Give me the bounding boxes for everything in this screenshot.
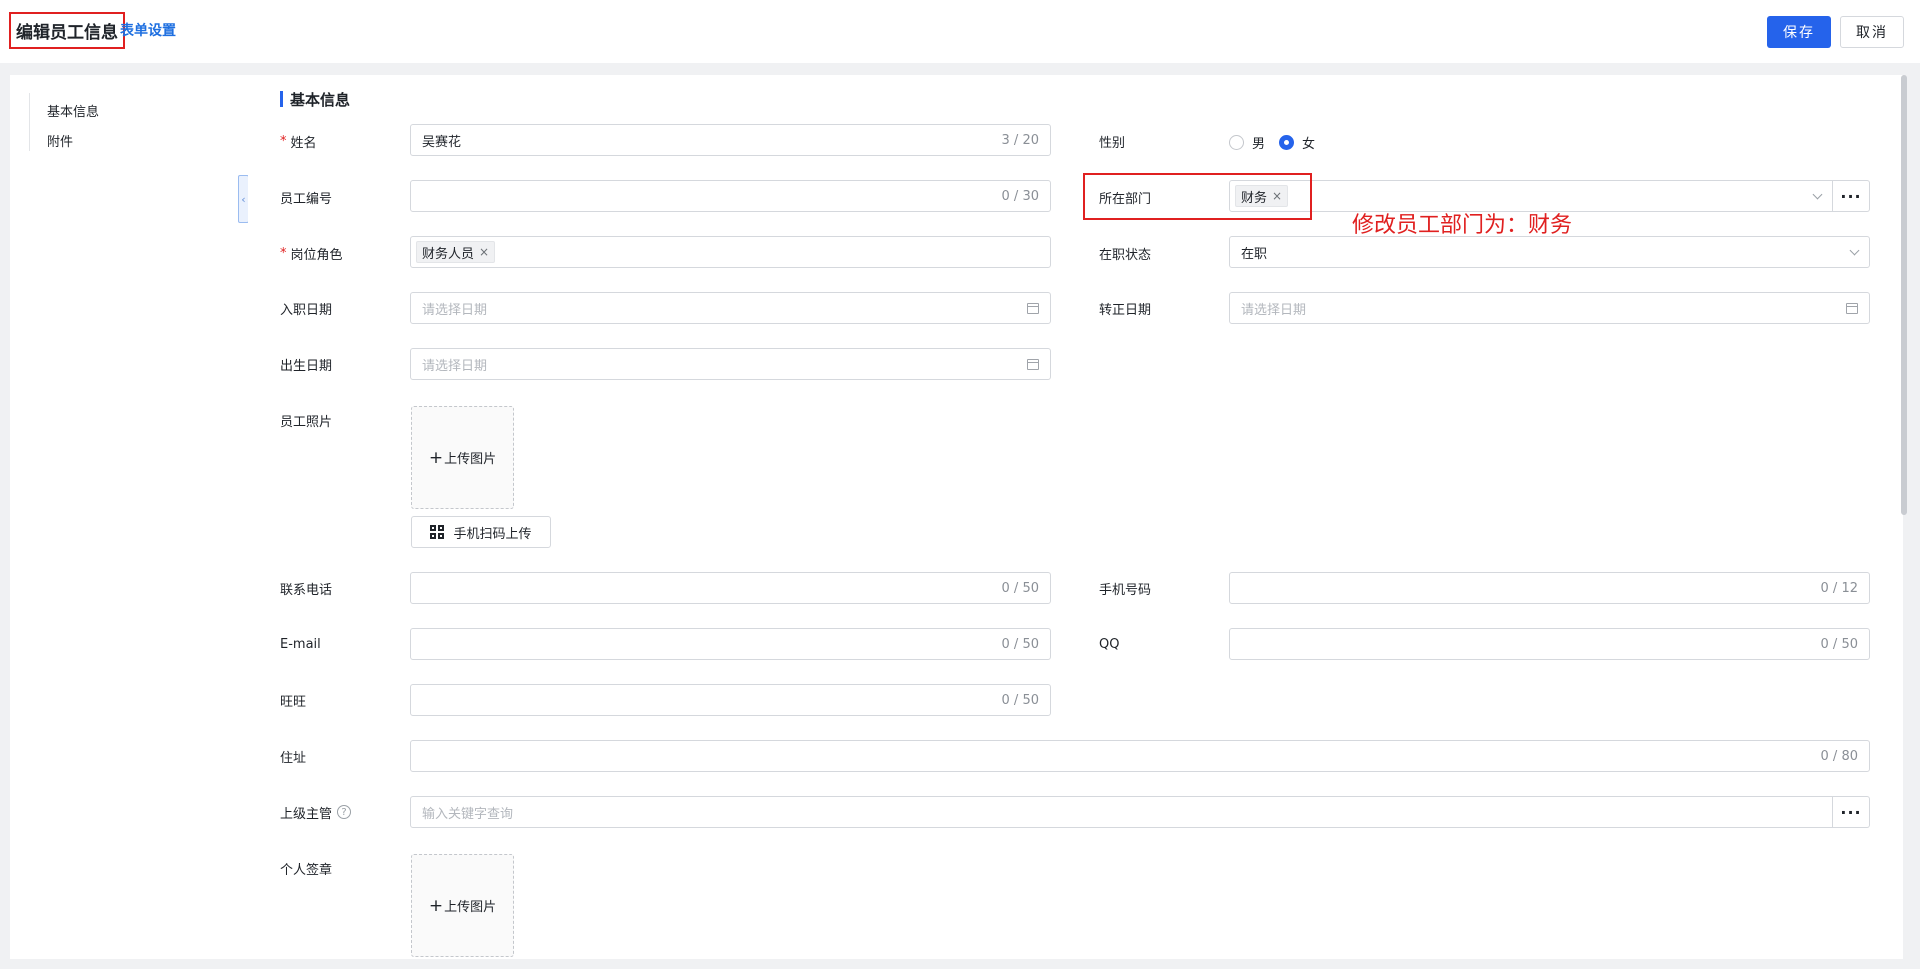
birth-date-label: 出生日期 bbox=[280, 358, 333, 374]
role-tags: 财务人员 × bbox=[416, 241, 1039, 263]
role-tag-text: 财务人员 bbox=[422, 246, 475, 262]
hire-date-placeholder: 请选择日期 bbox=[422, 302, 488, 318]
wangwang-field[interactable]: 0 / 50 bbox=[410, 684, 1051, 716]
name-value: 吴赛花 bbox=[422, 134, 462, 150]
role-tag: 财务人员 × bbox=[416, 241, 496, 263]
role-select[interactable]: 财务人员 × bbox=[410, 236, 1051, 268]
name-label-text: 姓名 bbox=[290, 135, 317, 151]
gender-label: 性别 bbox=[1099, 135, 1126, 151]
hire-date-picker[interactable]: 请选择日期 bbox=[410, 292, 1051, 324]
qq-label: QQ bbox=[1099, 636, 1120, 652]
form-settings-link[interactable]: 表单设置 bbox=[120, 20, 176, 40]
sidebar-item-basic-info[interactable]: 基本信息 bbox=[47, 101, 99, 120]
qq-field[interactable]: 0 / 50 bbox=[1229, 628, 1870, 660]
birth-date-picker[interactable]: 请选择日期 bbox=[410, 348, 1051, 380]
role-label: * 岗位角色 bbox=[280, 243, 343, 263]
calendar-icon bbox=[1027, 302, 1039, 314]
name-label: * 姓名 bbox=[280, 131, 317, 151]
required-mark: * bbox=[280, 133, 287, 149]
sidebar: 基本信息 附件 bbox=[10, 75, 248, 959]
scan-upload-button[interactable]: 手机扫码上传 bbox=[411, 516, 551, 548]
mobile-char-count: 0 / 12 bbox=[1820, 580, 1858, 596]
qr-code-icon bbox=[430, 525, 445, 539]
gender-radio-male[interactable] bbox=[1229, 135, 1244, 150]
regular-date-placeholder: 请选择日期 bbox=[1241, 302, 1307, 318]
status-value: 在职 bbox=[1241, 246, 1268, 262]
address-label: 住址 bbox=[280, 750, 307, 766]
hire-date-label: 入职日期 bbox=[280, 302, 333, 318]
chevron-left-icon: ‹ bbox=[241, 192, 246, 206]
email-label: E-mail bbox=[280, 636, 321, 652]
annotation-text: 修改员工部门为：财务 bbox=[1352, 213, 1573, 238]
supervisor-label-text: 上级主管 bbox=[280, 806, 333, 822]
top-bar: 编辑员工信息 表单设置 保存 取消 bbox=[0, 0, 1920, 63]
save-button[interactable]: 保存 bbox=[1767, 16, 1831, 48]
mobile-label: 手机号码 bbox=[1099, 582, 1152, 598]
gender-radio-female[interactable] bbox=[1279, 135, 1295, 150]
regular-date-label: 转正日期 bbox=[1099, 302, 1152, 318]
phone-char-count: 0 / 50 bbox=[1001, 580, 1039, 596]
address-char-count: 0 / 80 bbox=[1820, 748, 1858, 764]
supervisor-more-button[interactable]: ··· bbox=[1833, 796, 1870, 828]
status-label: 在职状态 bbox=[1099, 247, 1152, 263]
question-circle-icon[interactable]: ? bbox=[337, 805, 352, 819]
section-accent-bar bbox=[280, 91, 283, 107]
scroll-thumb[interactable] bbox=[1901, 75, 1907, 515]
gender-female-label[interactable]: 女 bbox=[1302, 133, 1315, 152]
scrollbar[interactable] bbox=[1900, 75, 1908, 959]
wangwang-label: 旺旺 bbox=[280, 694, 307, 710]
section-title: 基本信息 bbox=[280, 90, 351, 109]
role-label-text: 岗位角色 bbox=[290, 247, 343, 263]
sidebar-divider bbox=[29, 93, 30, 151]
ellipsis-icon: ··· bbox=[1840, 186, 1862, 206]
ellipsis-icon: ··· bbox=[1840, 802, 1862, 822]
mobile-field[interactable]: 0 / 12 bbox=[1229, 572, 1870, 604]
status-select[interactable]: 在职 bbox=[1229, 236, 1870, 268]
scan-upload-label: 手机扫码上传 bbox=[453, 526, 532, 542]
gender-radio-group: 男 女 bbox=[1229, 133, 1329, 152]
employee-no-field[interactable]: 0 / 30 bbox=[410, 180, 1051, 212]
department-tags: 财务 × bbox=[1235, 185, 1814, 207]
regular-date-picker[interactable]: 请选择日期 bbox=[1229, 292, 1870, 324]
employee-no-char-count: 0 / 30 bbox=[1001, 188, 1039, 204]
seal-upload-label: 上传图片 bbox=[444, 900, 497, 915]
section-title-text: 基本信息 bbox=[290, 90, 351, 109]
photo-upload-box[interactable]: + 上传图片 bbox=[411, 406, 514, 509]
department-more-button[interactable]: ··· bbox=[1833, 180, 1870, 212]
name-char-count: 3 / 20 bbox=[1001, 132, 1039, 148]
supervisor-placeholder: 输入关键字查询 bbox=[422, 806, 514, 822]
chevron-down-icon bbox=[1812, 189, 1823, 199]
plus-icon: + bbox=[428, 447, 444, 468]
page-title: 编辑员工信息 bbox=[9, 12, 125, 49]
employee-no-label: 员工编号 bbox=[280, 191, 333, 207]
supervisor-label: 上级主管? bbox=[280, 802, 352, 822]
phone-label: 联系电话 bbox=[280, 582, 333, 598]
calendar-icon bbox=[1027, 358, 1039, 370]
calendar-icon bbox=[1846, 302, 1858, 314]
email-field[interactable]: 0 / 50 bbox=[410, 628, 1051, 660]
remove-tag-icon[interactable]: × bbox=[479, 245, 489, 259]
gender-male-label[interactable]: 男 bbox=[1252, 133, 1265, 152]
cancel-button[interactable]: 取消 bbox=[1840, 16, 1904, 48]
seal-label: 个人签章 bbox=[280, 862, 333, 878]
photo-upload-label: 上传图片 bbox=[444, 452, 497, 467]
address-field[interactable]: 0 / 80 bbox=[410, 740, 1870, 772]
chevron-down-icon bbox=[1849, 245, 1860, 255]
birth-date-placeholder: 请选择日期 bbox=[422, 358, 488, 374]
photo-label: 员工照片 bbox=[280, 414, 333, 430]
plus-icon: + bbox=[428, 895, 444, 916]
phone-field[interactable]: 0 / 50 bbox=[410, 572, 1051, 604]
qq-char-count: 0 / 50 bbox=[1820, 636, 1858, 652]
sidebar-item-attachments[interactable]: 附件 bbox=[47, 131, 73, 150]
supervisor-search-field[interactable]: 输入关键字查询 bbox=[410, 796, 1833, 828]
email-char-count: 0 / 50 bbox=[1001, 636, 1039, 652]
seal-upload-box[interactable]: + 上传图片 bbox=[411, 854, 514, 957]
name-field[interactable]: 吴赛花 3 / 20 bbox=[410, 124, 1051, 156]
annotation-highlight-box bbox=[1083, 173, 1312, 220]
required-mark: * bbox=[280, 245, 287, 261]
wangwang-char-count: 0 / 50 bbox=[1001, 692, 1039, 708]
